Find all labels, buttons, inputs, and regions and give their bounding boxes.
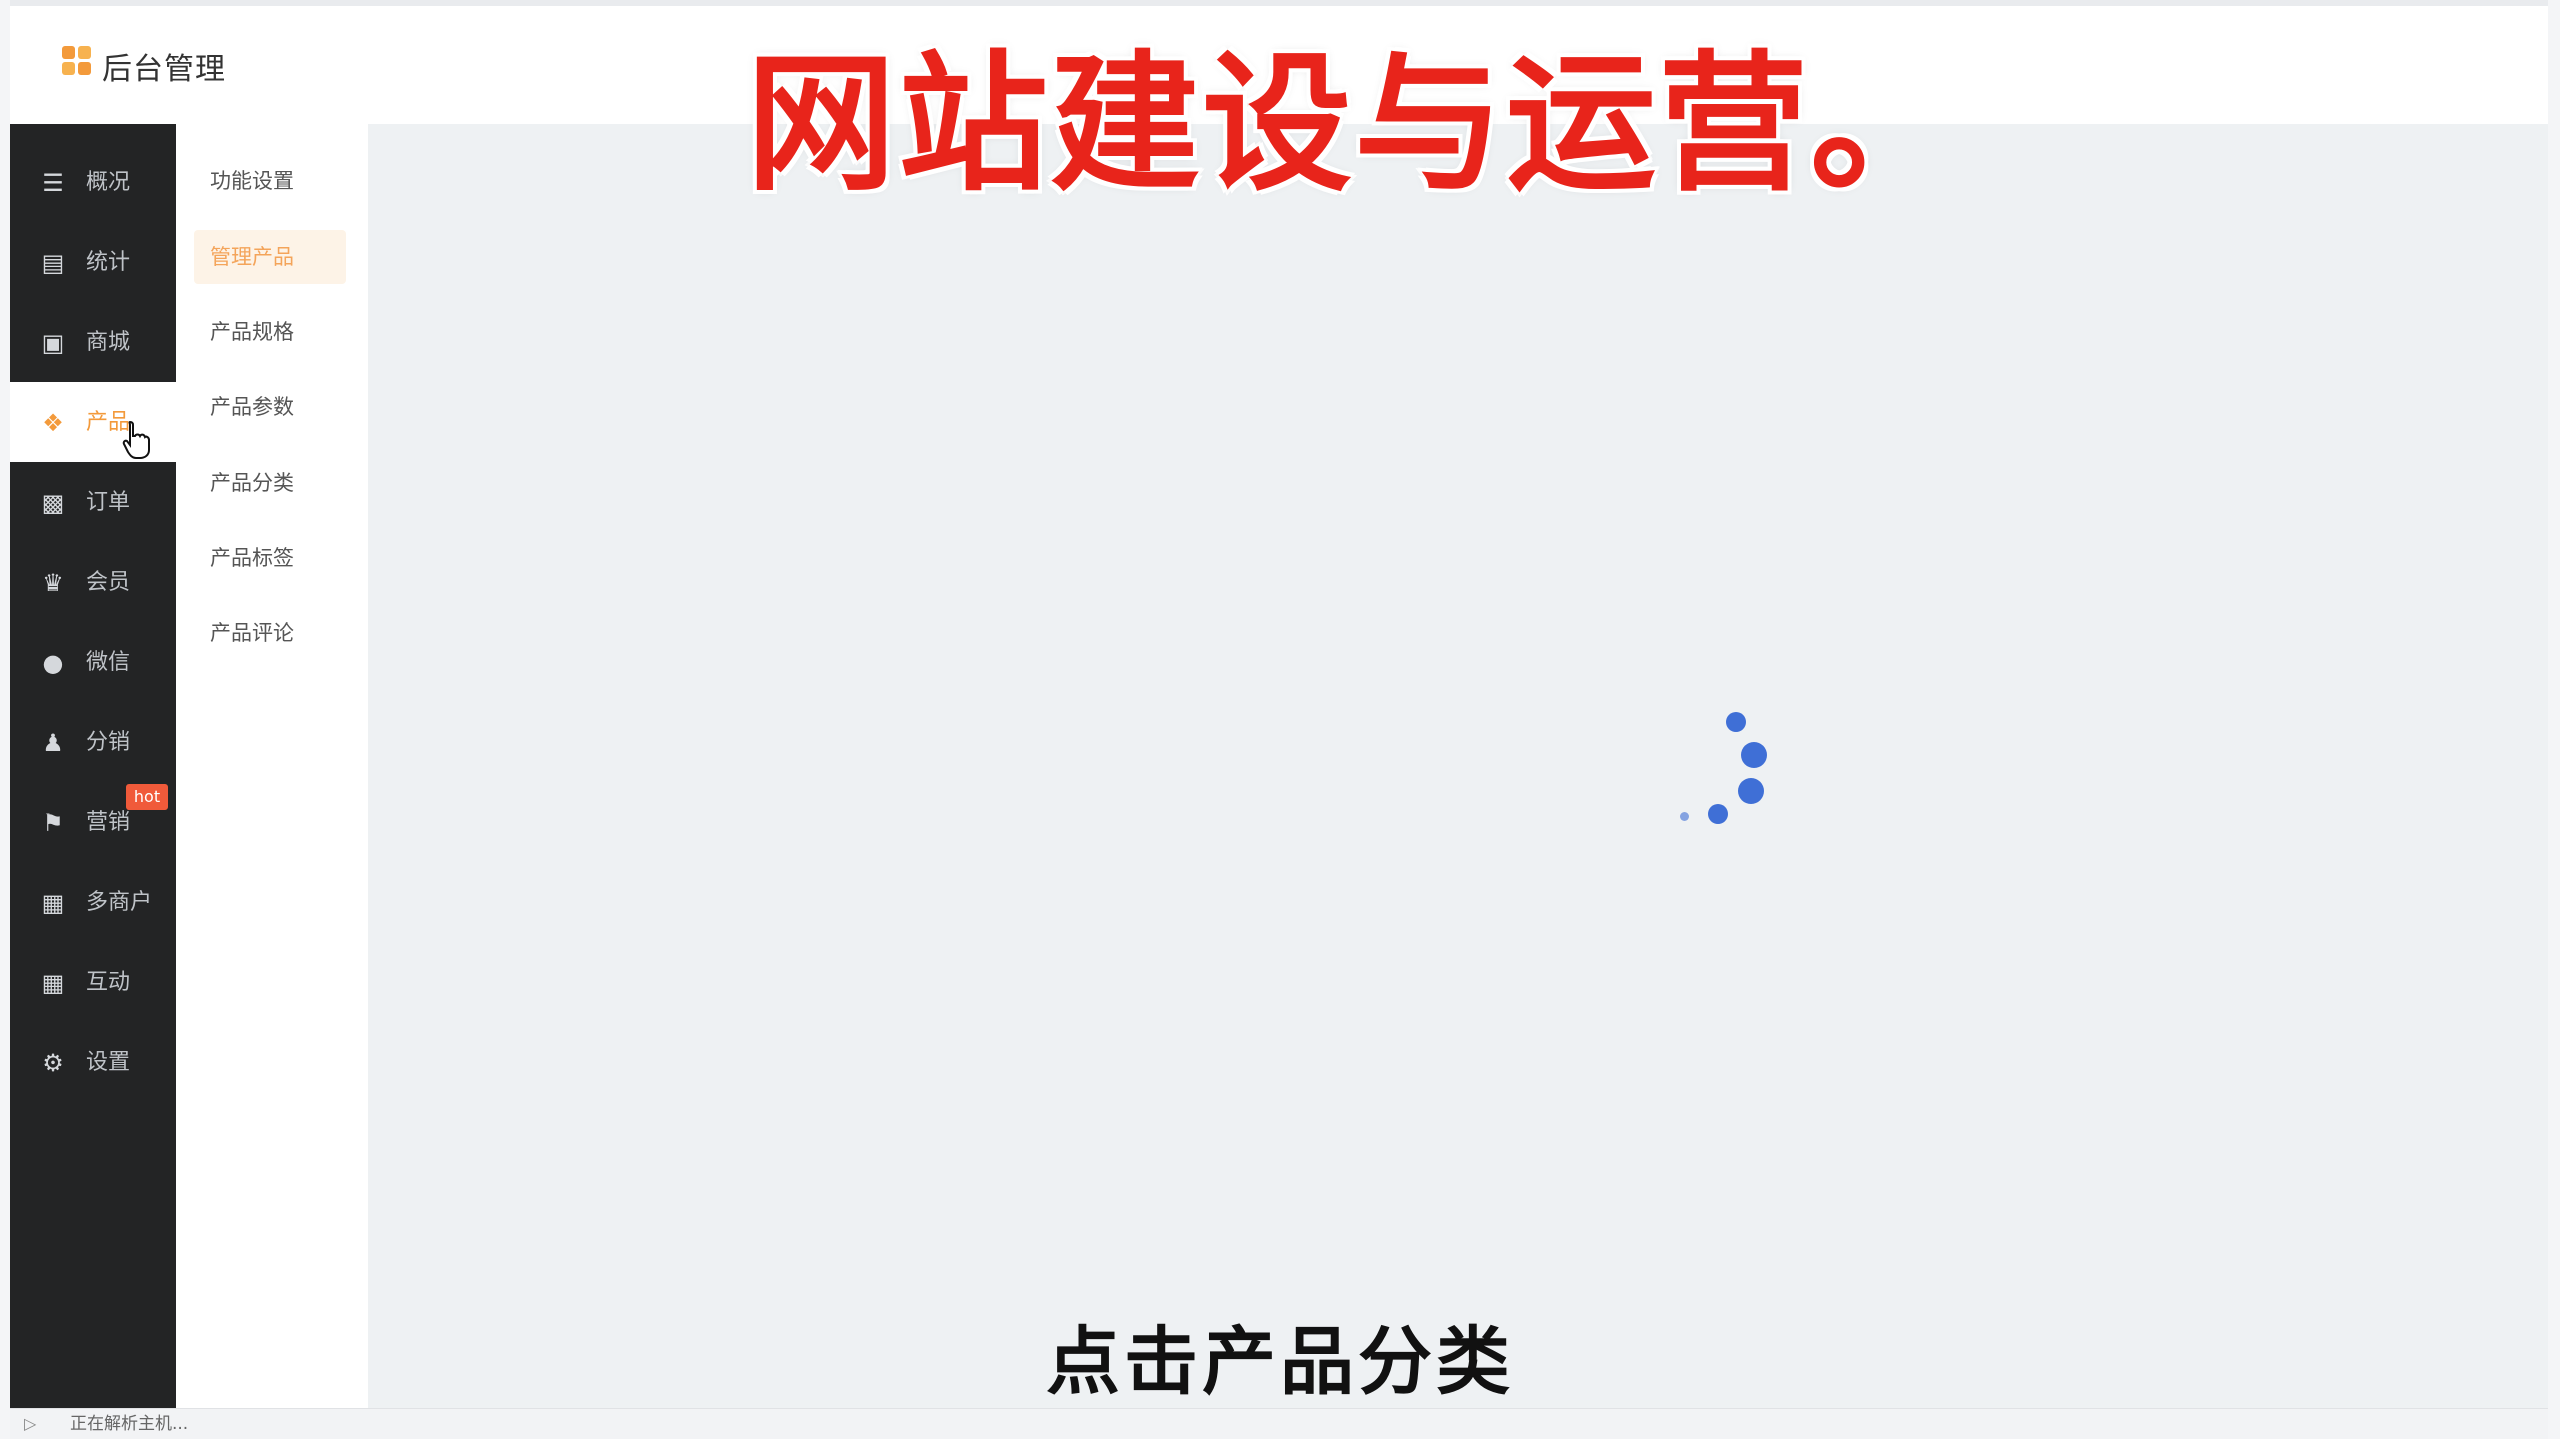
sidebar-item-label: 订单 (86, 490, 131, 515)
flag-icon: ⚑ (42, 809, 64, 837)
product-submenu: 功能设置 管理产品 产品规格 产品参数 产品分类 产品标签 产品评论 (176, 124, 368, 1408)
sidebar-item-label: 多商户 (86, 890, 153, 915)
store-icon: ▣ (41, 329, 65, 357)
gear-icon: ⚙ (42, 1049, 64, 1077)
page-icon: ▷ (24, 1414, 37, 1433)
hand-cursor-icon (122, 420, 150, 459)
submenu-item-product-params[interactable]: 产品参数 (194, 380, 346, 434)
sidebar-item-label: 分销 (86, 730, 131, 755)
status-text: 正在解析主机... (70, 1414, 189, 1434)
apps-icon: ▦ (41, 969, 65, 997)
sidebar-item-settings[interactable]: ⚙ 设置 (10, 1022, 176, 1102)
sidebar-item-label: 微信 (86, 650, 131, 675)
browser-status-bar: ▷ 正在解析主机... (10, 1408, 2548, 1439)
layers-icon: ☰ (42, 169, 64, 197)
window-right-edge (2548, 0, 2560, 1439)
sidebar-item-members[interactable]: ♛ 会员 (10, 542, 176, 622)
sidebar-item-statistics[interactable]: ▤ 统计 (10, 222, 176, 302)
main-sidebar: ☰ 概况 ▤ 统计 ▣ 商城 ❖ 产品 ▩ 订单 ♛ 会员 ● 微信 ♟ 分销 (10, 124, 176, 1408)
chart-icon: ▤ (41, 249, 65, 277)
four-squares-icon[interactable] (62, 46, 92, 76)
window-left-edge (0, 0, 10, 1439)
submenu-item-product-specs[interactable]: 产品规格 (194, 305, 346, 359)
sidebar-item-multi-merchant[interactable]: ▦ 多商户 (10, 862, 176, 942)
sidebar-item-wechat[interactable]: ● 微信 (10, 622, 176, 702)
app-window: 后台管理 ☰ 概况 ▤ 统计 ▣ 商城 ❖ 产品 ▩ 订单 ♛ 会员 ● 微信 (0, 0, 2560, 1439)
people-icon: ♟ (42, 729, 64, 757)
overlay-subtitle: 点击产品分类 (1046, 1319, 1514, 1405)
sidebar-item-label: 设置 (86, 1050, 131, 1075)
chat-icon: ● (42, 649, 64, 677)
sidebar-item-label: 统计 (86, 250, 131, 275)
sidebar-item-overview[interactable]: ☰ 概况 (10, 142, 176, 222)
clipboard-icon: ▩ (41, 489, 65, 517)
submenu-item-product-reviews[interactable]: 产品评论 (194, 606, 346, 660)
sidebar-item-label: 概况 (86, 170, 131, 195)
sidebar-item-label: 商城 (86, 330, 131, 355)
sidebar-item-label: 会员 (86, 570, 131, 595)
grid-icon: ❖ (42, 409, 64, 437)
sidebar-item-interaction[interactable]: ▦ 互动 (10, 942, 176, 1022)
submenu-item-product-tags[interactable]: 产品标签 (194, 531, 346, 585)
sidebar-item-distribution[interactable]: ♟ 分销 (10, 702, 176, 782)
submenu-item-manage-products[interactable]: 管理产品 (194, 230, 346, 284)
overlay-banner-title: 网站建设与运营。 (743, 37, 1963, 213)
shop-icon: ▦ (41, 889, 65, 917)
hot-badge: hot (126, 784, 168, 810)
app-title[interactable]: 后台管理 (102, 44, 226, 88)
main-content-area (368, 124, 2548, 1408)
sidebar-item-label: 营销 (86, 810, 131, 835)
submenu-item-product-categories[interactable]: 产品分类 (194, 456, 346, 510)
sidebar-item-mall[interactable]: ▣ 商城 (10, 302, 176, 382)
sidebar-item-label: 互动 (86, 970, 131, 995)
sidebar-item-products[interactable]: ❖ 产品 (10, 382, 176, 462)
crown-icon: ♛ (42, 569, 64, 597)
submenu-item-function-settings[interactable]: 功能设置 (194, 154, 346, 208)
sidebar-item-orders[interactable]: ▩ 订单 (10, 462, 176, 542)
